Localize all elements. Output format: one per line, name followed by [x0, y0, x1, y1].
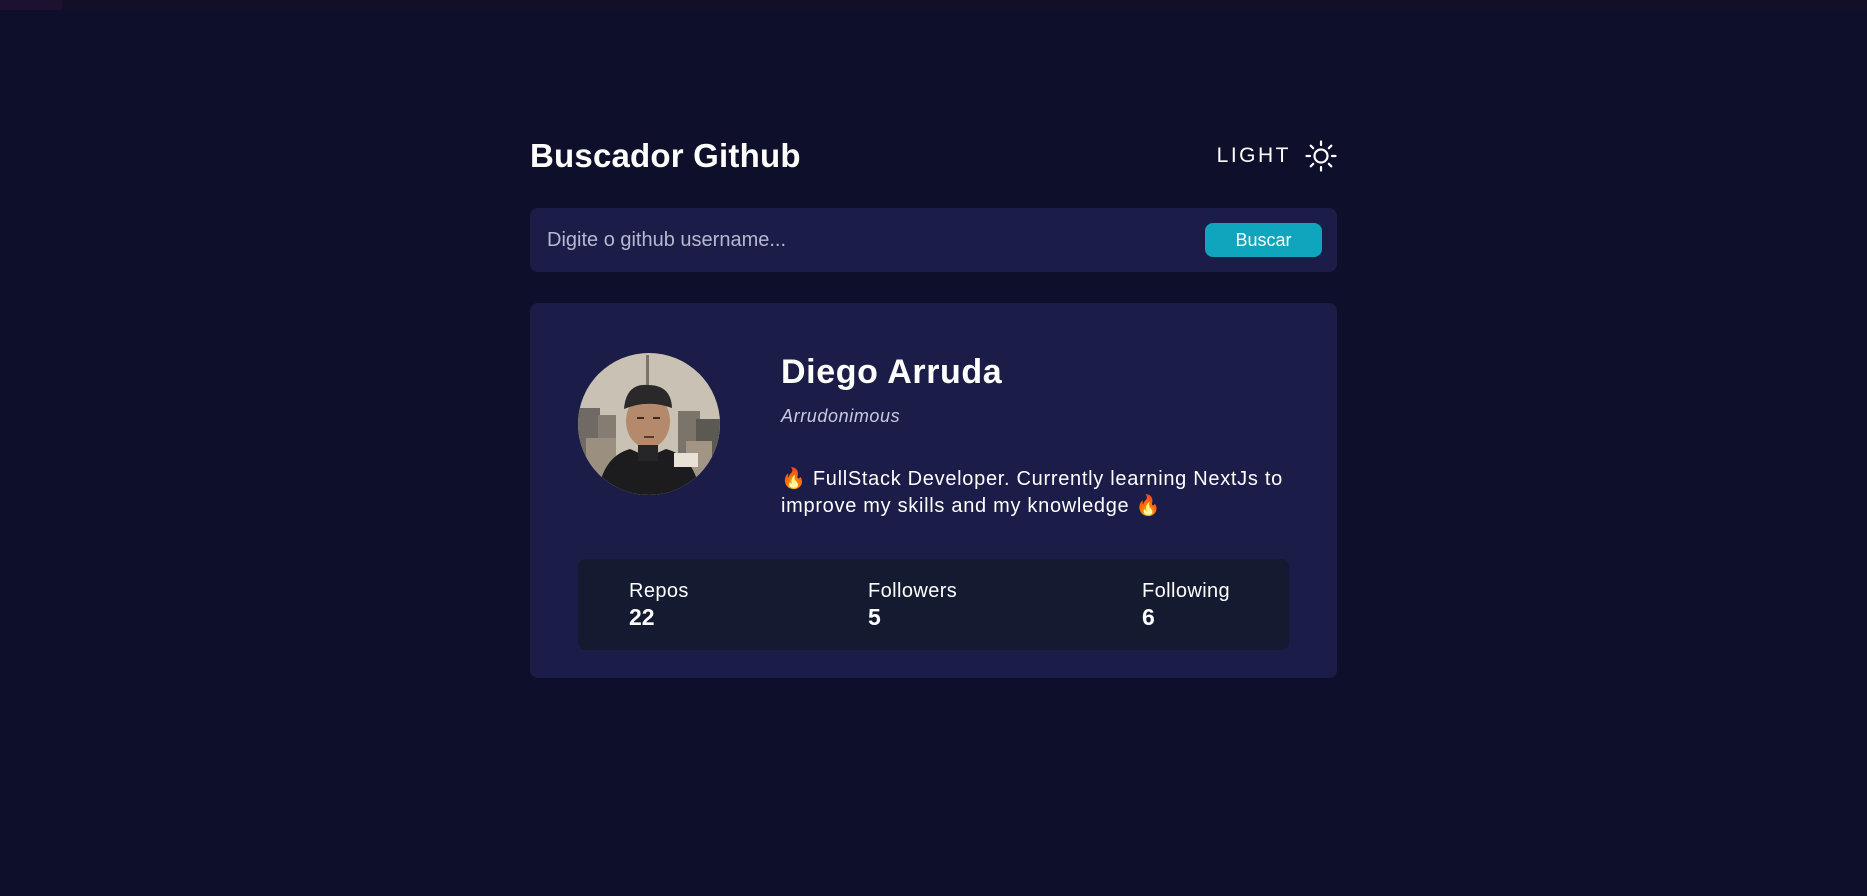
stats-panel: Repos 22 Followers 5 Following 6 [578, 559, 1289, 650]
stat-label: Following [1142, 580, 1231, 602]
search-input[interactable] [545, 227, 1205, 253]
stat-label: Followers [868, 580, 958, 602]
app-container: Buscador Github LIGHT Buscar [530, 130, 1337, 678]
stat-value: 5 [868, 604, 881, 630]
top-strip [0, 0, 1867, 10]
stat-value: 22 [629, 604, 655, 630]
stat-followers: Followers 5 [868, 579, 957, 631]
search-button[interactable]: Buscar [1205, 223, 1322, 257]
profile-bio: 🔥 FullStack Developer. Currently learnin… [781, 468, 1283, 517]
theme-toggle-label: LIGHT [1216, 144, 1291, 167]
profile-card: Diego Arruda Arrudonimous 🔥 FullStack De… [530, 303, 1337, 678]
profile-login: Arrudonimous [781, 406, 901, 426]
sun-icon [1305, 140, 1337, 172]
avatar [578, 353, 720, 495]
stat-value: 6 [1142, 604, 1155, 630]
tab-indicator [0, 0, 62, 10]
theme-toggle-button[interactable]: LIGHT [1217, 140, 1337, 172]
app-header: Buscador Github LIGHT [530, 130, 1337, 182]
profile-name: Diego Arruda [781, 353, 1003, 391]
stat-label: Repos [629, 580, 689, 602]
app-title: Buscador Github [530, 137, 801, 174]
search-bar: Buscar [530, 208, 1337, 272]
stat-repos: Repos 22 [629, 579, 689, 631]
stat-following: Following 6 [1142, 579, 1230, 631]
